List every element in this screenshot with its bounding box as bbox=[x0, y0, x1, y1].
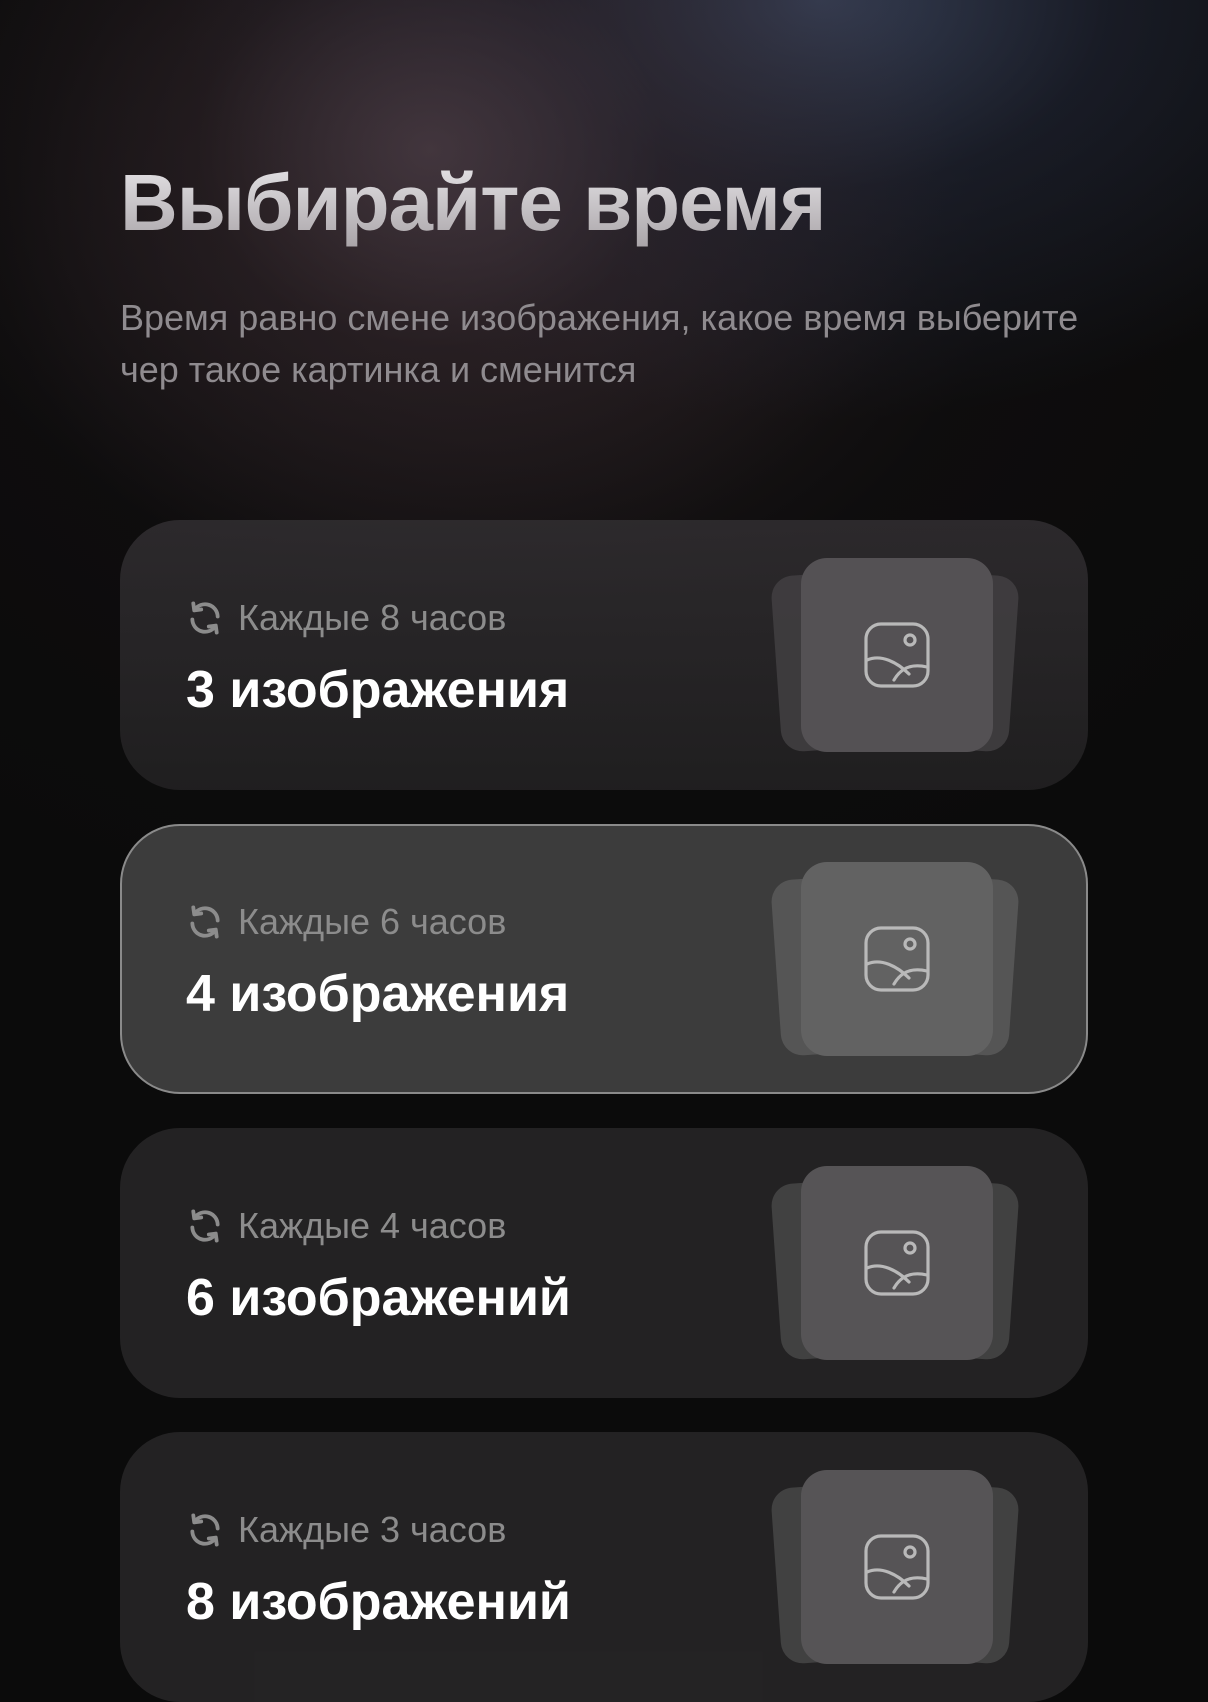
refresh-icon bbox=[190, 601, 220, 635]
image-stack-preview bbox=[770, 862, 1026, 1058]
image-count: 8 изображений bbox=[186, 1573, 571, 1631]
refresh-icon bbox=[190, 905, 220, 939]
interval-option-6h[interactable]: Каждые 6 часов 4 изображения bbox=[120, 824, 1088, 1094]
image-stack-preview bbox=[770, 1166, 1026, 1362]
page-title: Выбирайте время bbox=[120, 158, 826, 247]
image-icon bbox=[864, 622, 930, 688]
frequency-label: Каждые 4 часов bbox=[238, 1205, 507, 1246]
refresh-icon bbox=[190, 1513, 220, 1547]
frequency-row: Каждые 6 часов bbox=[186, 899, 506, 945]
frequency-label: Каждые 8 часов bbox=[238, 597, 507, 638]
interval-option-4h[interactable]: Каждые 4 часов 6 изображений bbox=[120, 1128, 1088, 1398]
image-count: 4 изображения bbox=[186, 965, 570, 1023]
stack-front-card bbox=[801, 558, 993, 752]
interval-option-3h[interactable]: Каждые 3 часов 8 изображений bbox=[120, 1432, 1088, 1702]
image-stack-preview bbox=[770, 1470, 1026, 1666]
page-subtitle: Время равно смене изображения, какое вре… bbox=[120, 297, 1079, 390]
image-icon bbox=[864, 926, 930, 992]
refresh-icon bbox=[190, 1209, 220, 1243]
interval-option-8h[interactable]: Каждые 8 часов 3 изображения bbox=[120, 520, 1088, 790]
frequency-row: Каждые 3 часов bbox=[186, 1507, 506, 1553]
frequency-label: Каждые 3 часов bbox=[238, 1509, 507, 1550]
frequency-row: Каждые 4 часов bbox=[186, 1203, 506, 1249]
stack-front-card bbox=[801, 1470, 993, 1664]
image-count: 3 изображения bbox=[186, 661, 570, 719]
frequency-label: Каждые 6 часов bbox=[238, 901, 507, 942]
image-icon bbox=[864, 1534, 930, 1600]
image-icon bbox=[864, 1230, 930, 1296]
stack-front-card bbox=[801, 1166, 993, 1360]
image-stack-preview bbox=[770, 558, 1026, 754]
frequency-row: Каждые 8 часов bbox=[186, 595, 506, 641]
image-count: 6 изображений bbox=[186, 1269, 571, 1327]
stack-front-card bbox=[801, 862, 993, 1056]
